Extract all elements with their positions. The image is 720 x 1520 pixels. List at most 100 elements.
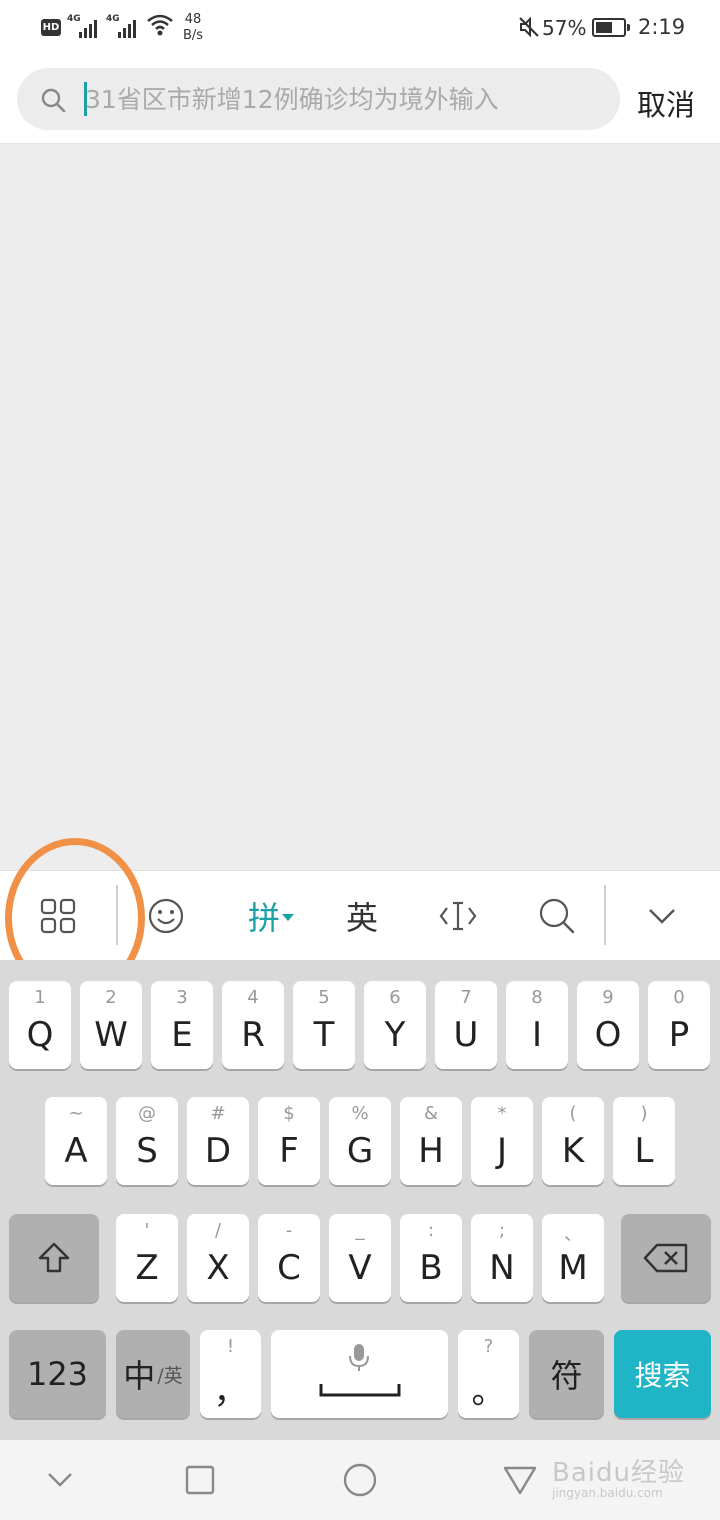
key-o[interactable]: 9O (577, 981, 639, 1069)
key-b[interactable]: :B (400, 1214, 462, 1302)
space-bar-icon (319, 1384, 401, 1397)
chevron-down-icon (649, 909, 675, 924)
clock: 2:19 (638, 15, 686, 39)
key-hint: 、 (564, 1224, 582, 1245)
key-m[interactable]: 、 M (542, 1214, 604, 1302)
keyboard-search-button[interactable] (527, 871, 587, 961)
cancel-button[interactable]: 取消 (637, 82, 695, 124)
key-hint: 0 (673, 987, 685, 1008)
key-p[interactable]: 0P (648, 981, 710, 1069)
key-hint: 8 (531, 987, 543, 1008)
key-label: D (204, 1131, 232, 1171)
key-e[interactable]: 3E (151, 981, 213, 1069)
grid-menu-button[interactable] (28, 871, 88, 961)
search-header: 取消 (0, 56, 720, 144)
key-u[interactable]: 7U (435, 981, 497, 1069)
cursor-icon (439, 901, 477, 931)
key-v[interactable]: _ V (329, 1214, 391, 1302)
key-hint: $ (283, 1103, 295, 1124)
symbol-key[interactable]: 符 (529, 1330, 604, 1418)
comma-key[interactable]: ! ， (200, 1330, 261, 1418)
english-mode-button[interactable]: 英 (332, 871, 392, 961)
keyboard-toolbar: 拼 英 (0, 870, 720, 960)
key-label: A (64, 1131, 88, 1171)
key-hint: % (351, 1103, 369, 1124)
key-hint: : (427, 1220, 435, 1241)
key-label: B (419, 1248, 443, 1288)
key-s[interactable]: @ S (116, 1097, 178, 1185)
key-label: R (241, 1015, 265, 1055)
key-label: F (279, 1131, 299, 1171)
square-icon (185, 1465, 215, 1495)
key-label: X (206, 1248, 230, 1288)
key-hint: ' (144, 1220, 150, 1241)
nav-hide-keyboard-button[interactable] (40, 1460, 80, 1500)
key-hint: 1 (34, 987, 46, 1008)
keyboard-keys: 123 中/英 ! ， ? 。 符 搜索 1Q2W3E4R5T6Y7U8I9O0… (0, 960, 720, 1440)
search-key[interactable]: 搜索 (614, 1330, 711, 1418)
key-j[interactable]: * J (471, 1097, 533, 1185)
key-y[interactable]: 6Y (364, 981, 426, 1069)
nav-recents-button[interactable] (180, 1460, 220, 1500)
key-x[interactable]: / X (187, 1214, 249, 1302)
search-box[interactable] (17, 68, 620, 130)
key-g[interactable]: % G (329, 1097, 391, 1185)
key-a[interactable]: ~ A (45, 1097, 107, 1185)
network-speed: 48 B/s (183, 12, 204, 43)
space-key[interactable] (271, 1330, 448, 1418)
watermark: Baidu经验 jingyan.baidu.com (552, 1458, 685, 1500)
key-hint: ( (569, 1103, 577, 1124)
nav-back-button[interactable] (500, 1460, 540, 1500)
key-h[interactable]: & H (400, 1097, 462, 1185)
emoji-icon (148, 898, 184, 934)
num-key[interactable]: 123 (9, 1330, 106, 1418)
key-hint: 2 (105, 987, 117, 1008)
grid-menu-icon (40, 898, 76, 934)
key-f[interactable]: $ F (258, 1097, 320, 1185)
signal-icon-1: 4G (67, 14, 103, 38)
key-r[interactable]: 4R (222, 981, 284, 1069)
key-hint: & (423, 1103, 439, 1124)
key-d[interactable]: # D (187, 1097, 249, 1185)
search-input[interactable] (85, 80, 605, 118)
key-hint: ~ (68, 1103, 84, 1124)
backspace-icon (643, 1243, 688, 1273)
key-c[interactable]: -C (258, 1214, 320, 1302)
chevron-down-icon (48, 1473, 72, 1487)
key-n[interactable]: ; N (471, 1214, 533, 1302)
pinyin-mode-button[interactable]: 拼 (236, 871, 306, 961)
key-l[interactable]: ) L (613, 1097, 675, 1185)
signal-icon-2: 4G (106, 14, 142, 38)
key-hint: - (285, 1220, 293, 1241)
mute-icon (519, 16, 539, 38)
key-i[interactable]: 8I (506, 981, 568, 1069)
period-key[interactable]: ? 。 (458, 1330, 519, 1418)
key-t[interactable]: 5T (293, 981, 355, 1069)
shift-key[interactable] (9, 1214, 99, 1302)
dropdown-triangle-icon (282, 914, 294, 921)
key-label: K (561, 1131, 585, 1171)
nav-home-button[interactable] (340, 1460, 380, 1500)
key-q[interactable]: 1Q (9, 981, 71, 1069)
cursor-button[interactable] (428, 871, 488, 961)
key-label: S (136, 1131, 158, 1171)
emoji-button[interactable] (136, 871, 196, 961)
key-label: C (277, 1248, 301, 1288)
shift-arrow-icon (38, 1242, 70, 1273)
language-switch-key[interactable]: 中/英 (116, 1330, 190, 1418)
key-hint: 9 (602, 987, 614, 1008)
key-z[interactable]: ' Z (116, 1214, 178, 1302)
key-label: Z (135, 1248, 159, 1288)
key-k[interactable]: (K (542, 1097, 604, 1185)
key-w[interactable]: 2W (80, 981, 142, 1069)
search-icon (539, 898, 575, 934)
key-hint: ) (640, 1103, 648, 1124)
key-hint: 3 (176, 987, 188, 1008)
collapse-keyboard-button[interactable] (632, 871, 692, 961)
key-label: M (558, 1248, 588, 1288)
key-hint: ; (498, 1220, 506, 1241)
key-label: E (171, 1015, 193, 1055)
key-label: P (668, 1015, 690, 1055)
microphone-icon (349, 1344, 369, 1371)
backspace-key[interactable] (621, 1214, 711, 1302)
